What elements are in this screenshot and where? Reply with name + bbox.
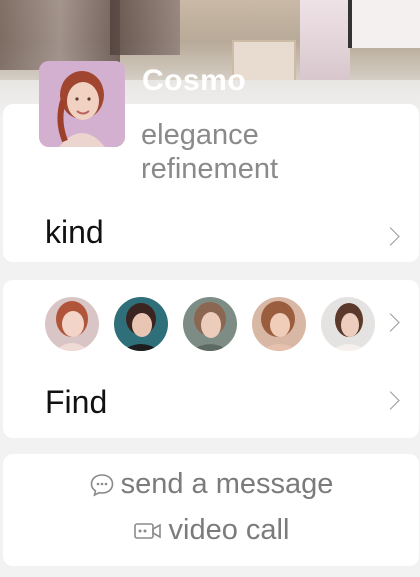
friend-avatar-list	[45, 297, 375, 351]
find-row-label: Find	[45, 384, 108, 420]
profile-username: Cosmo	[142, 64, 247, 97]
friend-avatar[interactable]	[321, 297, 375, 351]
find-card[interactable]: Find	[3, 280, 419, 438]
friend-avatar[interactable]	[114, 297, 168, 351]
friend-avatar[interactable]	[183, 297, 237, 351]
profile-tag: refinement	[141, 153, 279, 185]
chat-bubble-icon	[90, 473, 113, 496]
send-message-label: send a message	[120, 468, 334, 500]
video-call-label: video call	[168, 514, 290, 546]
kind-row-label: kind	[45, 214, 104, 250]
video-camera-icon	[133, 522, 161, 539]
profile-tag: elegance	[141, 119, 259, 151]
friend-avatar[interactable]	[252, 297, 306, 351]
chevron-right-icon[interactable]	[381, 391, 400, 410]
video-call-button[interactable]: video call	[3, 514, 419, 547]
profile-tags: elegance refinement	[141, 118, 278, 186]
actions-card: send a message video call	[3, 454, 419, 566]
friend-avatar[interactable]	[45, 297, 99, 351]
chevron-right-icon[interactable]	[381, 313, 400, 332]
send-message-button[interactable]: send a message	[3, 468, 419, 501]
profile-avatar[interactable]	[39, 61, 125, 147]
chevron-right-icon[interactable]	[381, 227, 400, 246]
